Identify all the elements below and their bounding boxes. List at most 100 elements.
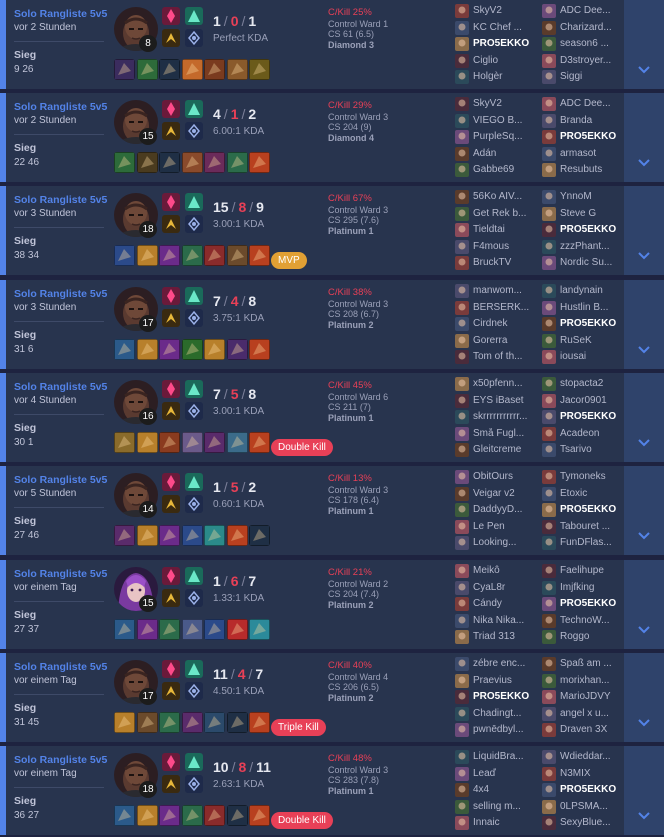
summoner-spell-icon[interactable] (162, 402, 180, 420)
rune-primary-icon[interactable] (185, 753, 203, 771)
player-name[interactable]: BruckTV (473, 257, 543, 268)
player-row[interactable]: Meikô (455, 563, 541, 580)
rune-primary-icon[interactable] (185, 7, 203, 25)
player-name[interactable]: DaddyyD... (473, 504, 543, 515)
player-name[interactable]: N3MIX (560, 768, 630, 779)
player-row[interactable]: skrrrrrrrrrrr... (455, 409, 541, 426)
player-name[interactable]: LiquidBra... (473, 751, 543, 762)
current-player-name[interactable]: PRO5EKKO (560, 318, 630, 329)
player-name[interactable]: Chadingt... (473, 708, 543, 719)
item-icon[interactable] (114, 525, 135, 546)
match-card[interactable]: Solo Rangliste 5v5 vor einem Tag Sieg 27 37… (0, 560, 664, 649)
player-row[interactable]: 4x4 (455, 782, 541, 799)
player-name[interactable]: Holgèr (473, 71, 543, 82)
player-row[interactable]: Praevius (455, 673, 541, 690)
item-icon[interactable] (226, 152, 248, 173)
player-name[interactable]: iousai (560, 351, 630, 362)
player-name[interactable]: Ciglio (473, 55, 543, 66)
rune-secondary-icon[interactable] (185, 495, 203, 513)
player-name[interactable]: Draven 3X (560, 724, 630, 735)
current-player-name[interactable]: PRO5EKKO (560, 131, 630, 142)
player-row[interactable]: 56Ko AIV... (455, 189, 541, 206)
item-icon[interactable] (114, 339, 135, 360)
player-row[interactable]: Wdieddar... (542, 749, 628, 766)
player-row[interactable]: PurpleSq... (455, 129, 541, 146)
player-name[interactable]: Charizard... (560, 22, 630, 33)
player-name[interactable]: PurpleSq... (473, 131, 543, 142)
rune-secondary-icon[interactable] (185, 29, 203, 47)
rune-primary-icon[interactable] (185, 473, 203, 491)
player-row[interactable]: Leaď (455, 766, 541, 783)
summoner-spell-icon[interactable] (162, 473, 180, 491)
item-icon[interactable] (159, 59, 180, 80)
item-icon[interactable] (159, 619, 180, 640)
player-row[interactable]: Get Rek b... (455, 206, 541, 223)
summoner-spell-icon[interactable] (162, 193, 180, 211)
player-name[interactable]: Acadeon (560, 428, 630, 439)
player-name[interactable]: Hustlin B... (560, 302, 630, 313)
player-row[interactable]: Små Fugl... (455, 426, 541, 443)
player-name[interactable]: Get Rek b... (473, 208, 543, 219)
match-card[interactable]: Solo Rangliste 5v5 vor 2 Stunden Sieg 22 46… (0, 93, 664, 182)
rune-secondary-icon[interactable] (185, 215, 203, 233)
player-name[interactable]: 56Ko AIV... (473, 191, 543, 202)
player-row[interactable]: Siggi (542, 69, 628, 86)
item-icon[interactable] (181, 619, 203, 640)
player-row[interactable]: Steve G (542, 206, 628, 223)
player-name[interactable]: F4mous (473, 241, 543, 252)
player-row[interactable]: Charizard... (542, 20, 628, 37)
player-row[interactable]: iousai (542, 349, 628, 366)
player-name[interactable]: Gorerra (473, 335, 543, 346)
item-icon[interactable] (136, 339, 158, 360)
match-card[interactable]: Solo Rangliste 5v5 vor 5 Stunden Sieg 27 46… (0, 466, 664, 555)
player-name[interactable]: RuSeK (560, 335, 630, 346)
player-row[interactable]: zébre enc... (455, 656, 541, 673)
player-row[interactable]: Branda (542, 113, 628, 130)
expand-match-button[interactable] (624, 186, 664, 275)
item-icon[interactable] (159, 805, 180, 826)
match-card[interactable]: Solo Rangliste 5v5 vor 3 Stunden Sieg 38 34… (0, 186, 664, 275)
player-row[interactable]: Spaß am ... (542, 656, 628, 673)
player-row[interactable]: Chadingt... (455, 706, 541, 723)
summoner-spell-icon[interactable] (162, 567, 180, 585)
match-card[interactable]: Solo Rangliste 5v5 vor einem Tag Sieg 31 45… (0, 653, 664, 742)
summoner-spell-icon[interactable] (162, 100, 180, 118)
rune-secondary-icon[interactable] (185, 309, 203, 327)
item-icon[interactable] (114, 152, 135, 173)
item-icon[interactable] (204, 432, 225, 453)
item-icon[interactable] (136, 712, 158, 733)
player-row[interactable]: PRO5EKKO (542, 782, 628, 799)
summoner-spell-icon[interactable] (162, 29, 180, 47)
player-name[interactable]: pwnēdbyl... (473, 724, 543, 735)
player-name[interactable]: zébre enc... (473, 658, 543, 669)
player-name[interactable]: ObitOurs (473, 471, 543, 482)
player-name[interactable]: Tieldtai (473, 224, 543, 235)
item-icon[interactable] (136, 152, 158, 173)
player-row[interactable]: D3stroyer... (542, 53, 628, 70)
item-icon[interactable] (136, 59, 158, 80)
player-row[interactable]: angel x u... (542, 706, 628, 723)
player-name[interactable]: D3stroyer... (560, 55, 630, 66)
expand-match-button[interactable] (624, 373, 664, 462)
player-row[interactable]: Hustlin B... (542, 300, 628, 317)
player-name[interactable]: 4x4 (473, 784, 543, 795)
player-row[interactable]: season6 ... (542, 36, 628, 53)
player-name[interactable]: landynain (560, 285, 630, 296)
item-icon[interactable] (226, 712, 248, 733)
player-name[interactable]: Leaď (473, 768, 543, 779)
player-name[interactable]: Jacor0901 (560, 395, 630, 406)
player-row[interactable]: manwom... (455, 283, 541, 300)
player-row[interactable]: Gabbe69 (455, 162, 541, 179)
player-name[interactable]: Tom of th... (473, 351, 543, 362)
expand-match-button[interactable] (624, 280, 664, 369)
item-icon[interactable] (136, 619, 158, 640)
player-name[interactable]: BERSERK... (473, 302, 543, 313)
item-icon[interactable] (226, 619, 248, 640)
item-icon[interactable] (136, 805, 158, 826)
item-icon[interactable] (249, 339, 270, 360)
rune-primary-icon[interactable] (185, 287, 203, 305)
summoner-spell-icon[interactable] (162, 309, 180, 327)
summoner-spell-icon[interactable] (162, 682, 180, 700)
player-name[interactable]: Innaic (473, 817, 543, 828)
item-icon[interactable] (136, 432, 158, 453)
